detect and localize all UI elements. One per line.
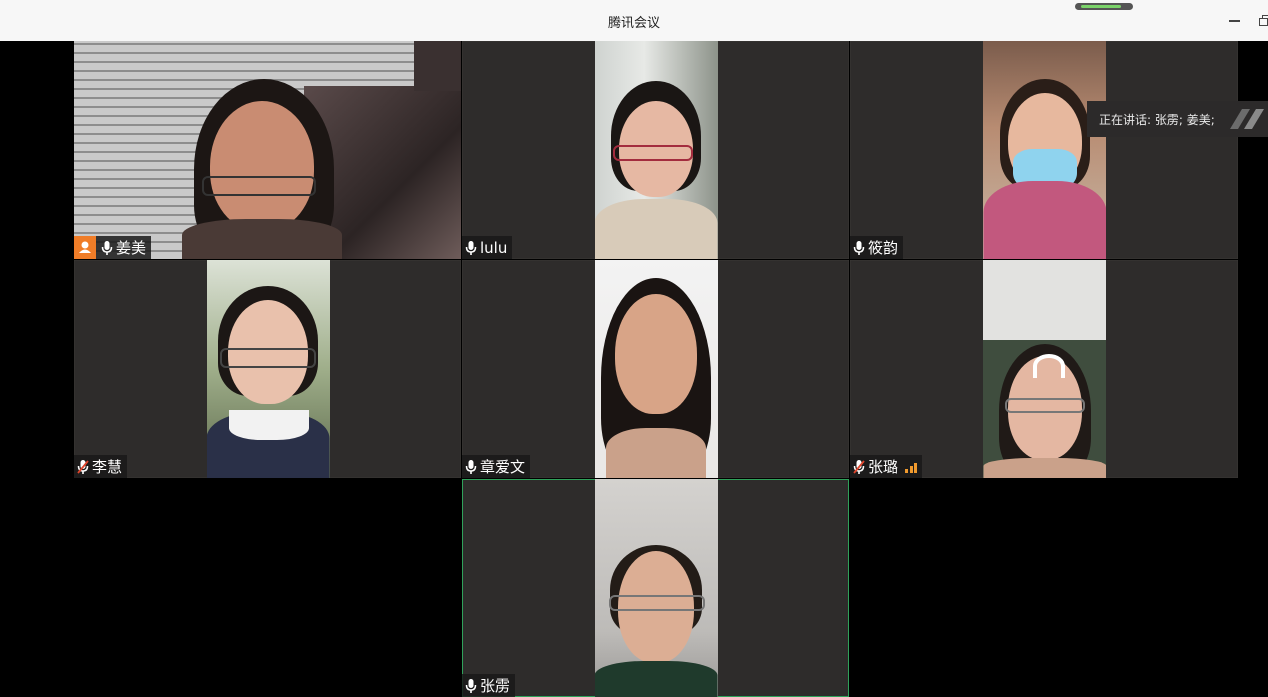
name-tag: lulu (462, 236, 513, 259)
mic-on-icon (465, 678, 477, 694)
window-title: 腾讯会议 (607, 16, 660, 31)
participant-name: 筱韵 (868, 239, 899, 257)
restore-button[interactable] (1259, 12, 1268, 26)
participant-video (983, 41, 1106, 259)
participant-tile-active[interactable]: 张雳 (462, 479, 849, 697)
name-tag: 张雳 (462, 674, 516, 697)
participant-name: 张雳 (480, 677, 511, 695)
participant-video (594, 260, 718, 478)
participant-name: 李慧 (92, 458, 123, 476)
participant-video (206, 260, 330, 478)
signal-strength-icon (905, 461, 918, 473)
participant-name: lulu (480, 238, 508, 257)
speaking-indicator: 正在讲话: 张雳; 姜美; (1087, 101, 1268, 137)
participant-tile[interactable]: 筱韵 (850, 41, 1238, 259)
name-tag: 筱韵 (850, 236, 904, 259)
participant-tile[interactable]: 李慧 (74, 260, 461, 478)
participant-tile[interactable]: lulu (462, 41, 849, 259)
mic-on-icon (101, 240, 113, 256)
name-tag: 李慧 (74, 455, 128, 478)
participant-name: 姜美 (116, 239, 147, 257)
participant-video (983, 260, 1106, 478)
participant-tile[interactable]: 姜美 (74, 41, 461, 259)
speaking-text: 正在讲话: 张雳; 姜美; (1099, 112, 1215, 127)
participant-tile[interactable]: 章爱文 (462, 260, 849, 478)
name-tag: 张璐 (850, 455, 923, 478)
title-bar: 腾讯会议 (0, 0, 1268, 41)
participant-name: 张璐 (868, 458, 899, 476)
participant-video (594, 479, 718, 697)
mic-on-icon (465, 459, 477, 475)
mic-on-icon (853, 240, 865, 256)
video-grid: 姜美 lulu 筱韵 李慧 章爱文 张璐 张雳 (74, 41, 1238, 697)
mic-muted-icon (77, 459, 89, 475)
participant-video (594, 41, 718, 259)
network-indicator[interactable] (1075, 3, 1133, 10)
mic-muted-icon (853, 459, 865, 475)
participant-video (74, 41, 461, 259)
name-tag: 姜美 (74, 236, 152, 259)
name-tag: 章爱文 (462, 455, 531, 478)
mic-on-icon (465, 240, 477, 256)
host-icon (74, 236, 96, 259)
collapse-arrows-icon[interactable] (1224, 107, 1268, 131)
participant-tile[interactable]: 张璐 (850, 260, 1238, 478)
participant-name: 章爱文 (480, 458, 526, 476)
minimize-button[interactable] (1228, 12, 1242, 26)
